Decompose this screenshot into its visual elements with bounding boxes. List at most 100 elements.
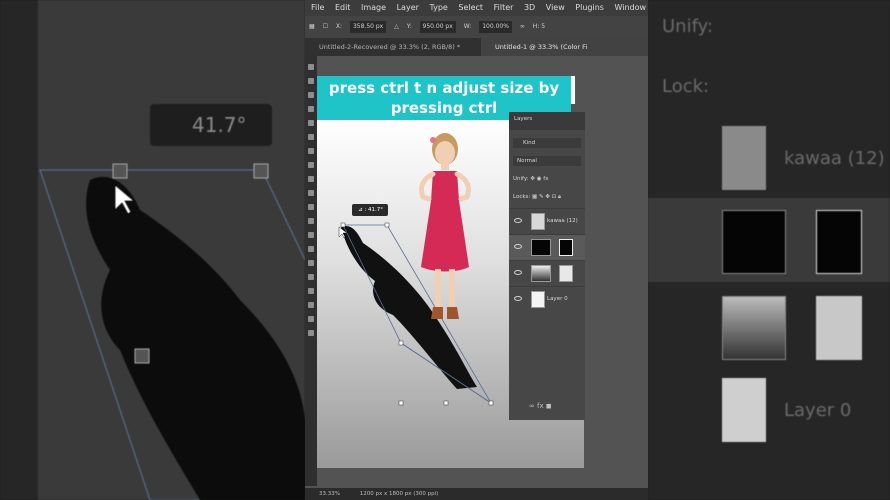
menu-filter[interactable]: Filter	[494, 3, 514, 12]
unify-position-icon[interactable]: ✥	[530, 176, 535, 182]
y-label: Y:	[406, 23, 412, 30]
background-thumb-3	[722, 296, 786, 360]
x-field[interactable]: 358.50 px	[349, 21, 387, 33]
blur-tool-icon[interactable]	[308, 232, 314, 238]
history-brush-icon[interactable]	[308, 190, 314, 196]
zoom-tool-icon[interactable]	[308, 330, 314, 336]
w-label: W:	[463, 23, 472, 30]
type-tool-icon[interactable]	[308, 274, 314, 280]
brush-tool-icon[interactable]	[308, 162, 314, 168]
crop-tool-icon[interactable]	[308, 120, 314, 126]
healing-tool-icon[interactable]	[308, 148, 314, 154]
layers-panel: Layers Kind Normal Unify: ✥ ◉ fx Locks: …	[509, 112, 585, 420]
lock-artboard-icon[interactable]: ⊡	[552, 194, 557, 200]
menu-file[interactable]: File	[311, 3, 324, 12]
angle-icon: ⊿ :	[358, 207, 368, 213]
menu-plugins[interactable]: Plugins	[575, 3, 604, 12]
menu-bar: File Edit Image Layer Type Select Filter…	[305, 0, 648, 16]
layer-row-gradient[interactable]	[509, 260, 585, 286]
tools-panel	[305, 56, 317, 486]
lock-all-icon[interactable]: 🔒︎	[558, 194, 561, 200]
eyedropper-tool-icon[interactable]	[308, 134, 314, 140]
marquee-tool-icon[interactable]	[308, 78, 314, 84]
photoshop-window: File Edit Image Layer Type Select Filter…	[305, 0, 648, 500]
tab-untitled-1[interactable]: Untitled-1 @ 33.3% (Color Fi	[481, 38, 648, 56]
menu-image[interactable]: Image	[361, 3, 386, 12]
angle-value: 41.7°	[367, 207, 383, 213]
background-unify-label: Unify:	[662, 16, 714, 37]
background-zoom-right: Unify: Lock: kawaa (12) Layer 0	[648, 0, 890, 500]
unify-label: Unify:	[513, 176, 529, 182]
unify-style-icon[interactable]: fx	[543, 176, 548, 182]
blend-mode-select[interactable]: Normal	[513, 156, 581, 166]
caption-edge	[571, 76, 575, 104]
layer-mask-thumbnail[interactable]	[559, 239, 573, 256]
unify-visibility-icon[interactable]: ◉	[537, 176, 542, 182]
layers-panel-header: Layers	[509, 112, 585, 130]
layer-thumbnail	[531, 265, 551, 282]
angle-readout: ⊿ : 41.7°	[352, 204, 388, 216]
visibility-eye-icon[interactable]	[514, 244, 522, 249]
move-tool-icon[interactable]	[308, 64, 314, 70]
visibility-eye-icon[interactable]	[514, 270, 522, 275]
menu-window[interactable]: Window	[615, 3, 647, 12]
layer-name[interactable]: Layer 0	[547, 296, 568, 302]
stamp-tool-icon[interactable]	[308, 176, 314, 182]
menu-type[interactable]: Type	[429, 3, 447, 12]
delta-icon[interactable]: △	[394, 23, 399, 30]
layer-row-layer-0[interactable]: Layer 0	[509, 286, 585, 312]
menu-view[interactable]: View	[546, 3, 565, 12]
lock-label: Locks:	[513, 194, 531, 200]
document-tabs: Untitled-2-Recovered @ 33.3% (2, RGB/8) …	[305, 38, 648, 56]
menu-edit[interactable]: Edit	[335, 3, 351, 12]
checkbox-icon[interactable]: ☐	[323, 23, 328, 30]
layer-thumbnail	[531, 239, 551, 256]
x-label: X:	[335, 23, 343, 30]
background-thumb-2	[722, 210, 786, 274]
gradient-tool-icon[interactable]	[308, 218, 314, 224]
background-shadow-transform	[39, 163, 305, 500]
menu-layer[interactable]: Layer	[397, 3, 419, 12]
pen-tool-icon[interactable]	[308, 260, 314, 266]
reference-point-icon[interactable]: ▦	[309, 23, 315, 30]
layer-name[interactable]: kawaa (12)	[547, 218, 578, 224]
w-field[interactable]: 100.00%	[479, 21, 512, 33]
background-thumb-1	[722, 126, 766, 190]
visibility-eye-icon[interactable]	[514, 296, 522, 301]
layers-panel-footer[interactable]: ∞ fx ◼	[509, 398, 585, 414]
menu-select[interactable]: Select	[458, 3, 483, 12]
layer-thumbnail	[531, 291, 545, 308]
h-label[interactable]: H: 5	[533, 23, 545, 30]
tab-untitled-2[interactable]: Untitled-2-Recovered @ 33.3% (2, RGB/8) …	[305, 38, 477, 56]
lasso-tool-icon[interactable]	[308, 92, 314, 98]
lock-pixels-icon[interactable]: ▦	[532, 194, 537, 200]
background-thumb-4	[722, 378, 766, 442]
y-field[interactable]: 950.00 px	[419, 21, 456, 33]
layer-thumbnail	[531, 213, 545, 230]
status-bar: 33.33% 1200 px x 1800 px (300 ppi)	[305, 488, 648, 500]
lock-move-icon[interactable]: ✥	[545, 194, 550, 200]
layer-row-kawaa[interactable]: kawaa (12)	[509, 208, 585, 234]
layers-panel-title[interactable]: Layers	[514, 116, 532, 122]
lock-paint-icon[interactable]: ✎	[539, 194, 544, 200]
options-bar: ▦ ☐ X: 358.50 px △ Y: 950.00 px W: 100.0…	[305, 16, 648, 38]
visibility-eye-icon[interactable]	[514, 218, 522, 223]
background-layer4-name: Layer 0	[784, 400, 852, 421]
layer-filter-kind[interactable]: Kind	[513, 138, 581, 148]
link-icon[interactable]: ∞	[520, 23, 525, 30]
shape-tool-icon[interactable]	[308, 302, 314, 308]
dodge-tool-icon[interactable]	[308, 246, 314, 252]
path-select-tool-icon[interactable]	[308, 288, 314, 294]
unify-row: Unify: ✥ ◉ fx	[513, 176, 548, 182]
document-info[interactable]: 1200 px x 1800 px (300 ppi)	[360, 491, 439, 497]
background-layer1-name: kawaa (12)	[784, 148, 885, 169]
layer-mask-thumbnail[interactable]	[559, 265, 573, 282]
menu-3d[interactable]: 3D	[524, 3, 535, 12]
magic-wand-tool-icon[interactable]	[308, 106, 314, 112]
eraser-tool-icon[interactable]	[308, 204, 314, 210]
layer-row-color-fill[interactable]	[509, 234, 585, 260]
hand-tool-icon[interactable]	[308, 316, 314, 322]
lock-row: Locks: ▦ ✎ ✥ ⊡ 🔒︎	[513, 194, 561, 201]
zoom-level[interactable]: 33.33%	[319, 491, 340, 497]
background-zoom-left: 41.7°	[0, 0, 305, 500]
